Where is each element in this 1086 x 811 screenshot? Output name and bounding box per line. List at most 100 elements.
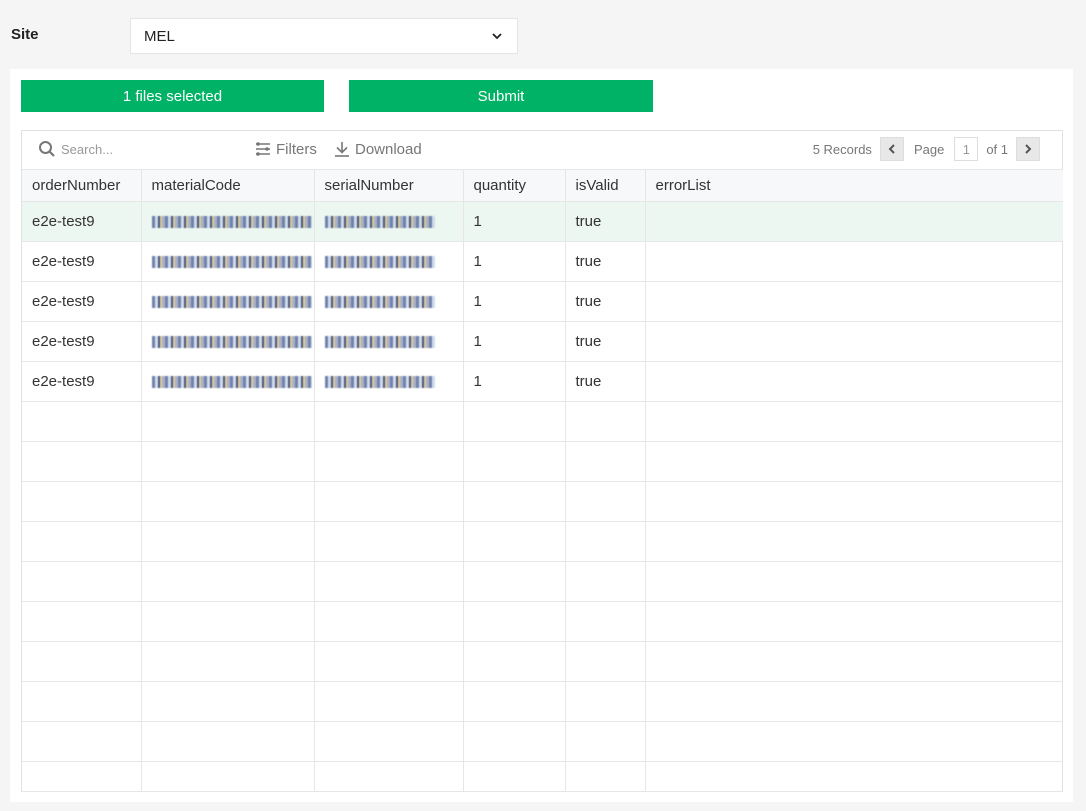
filters-label: Filters [276,140,317,158]
table-row[interactable]: e2e-test9 1 true [22,321,1063,362]
empty-cell [22,761,142,792]
download-icon [335,142,349,157]
empty-cell [22,721,142,762]
column-header-serialNumber[interactable]: serialNumber [314,170,464,202]
cell-errorList [645,281,1063,322]
records-count: 5 Records [812,141,872,157]
empty-cell [565,441,646,482]
empty-cell [463,681,566,722]
cell-isValid: true [565,201,646,242]
empty-cell [22,641,142,682]
empty-row [22,601,1063,642]
empty-cell [565,401,646,442]
chevron-right-icon [1025,144,1032,154]
chevron-left-icon [888,144,895,154]
empty-cell [314,601,464,642]
empty-cell [314,441,464,482]
empty-cell [645,521,1063,562]
empty-cell [645,401,1063,442]
cell-quantity: 1 [463,201,566,242]
empty-row [22,681,1063,722]
table-row[interactable]: e2e-test9 1 true [22,201,1063,242]
cell-materialCode [141,201,315,242]
empty-row [22,761,1063,792]
cell-serialNumber [314,201,464,242]
column-header-isValid[interactable]: isValid [565,170,646,202]
cell-orderNumber: e2e-test9 [22,281,142,322]
column-header-materialCode[interactable]: materialCode [141,170,315,202]
redacted-value [324,375,435,388]
redacted-value [324,255,435,268]
download-button[interactable]: Download [333,140,422,158]
download-label: Download [355,140,422,158]
redacted-value [151,255,312,268]
table-row[interactable]: e2e-test9 1 true [22,361,1063,402]
empty-cell [565,721,646,762]
empty-cell [141,641,315,682]
empty-row [22,481,1063,522]
cell-serialNumber [314,321,464,362]
cell-quantity: 1 [463,321,566,362]
results-table: orderNumber materialCode serialNumber qu… [22,170,1063,792]
empty-cell [22,521,142,562]
empty-cell [141,761,315,792]
search-icon [39,141,55,157]
redacted-value [324,335,435,348]
cell-materialCode [141,281,315,322]
empty-cell [645,561,1063,602]
empty-cell [22,601,142,642]
submit-button[interactable]: Submit [349,80,653,112]
empty-cell [565,641,646,682]
cell-quantity: 1 [463,281,566,322]
empty-cell [314,761,464,792]
empty-cell [463,561,566,602]
table-row[interactable]: e2e-test9 1 true [22,241,1063,282]
cell-serialNumber [314,361,464,402]
search-input[interactable] [61,141,211,157]
empty-cell [463,481,566,522]
table-row[interactable]: e2e-test9 1 true [22,281,1063,322]
cell-errorList [645,241,1063,282]
search-box [38,140,211,158]
prev-page-button[interactable] [879,137,904,161]
cell-errorList [645,321,1063,362]
empty-cell [22,681,142,722]
files-selected-button[interactable]: 1 files selected [21,80,324,112]
redacted-value [324,295,435,308]
cell-isValid: true [565,281,646,322]
column-header-quantity[interactable]: quantity [463,170,566,202]
cell-materialCode [141,241,315,282]
empty-cell [141,561,315,602]
redacted-value [324,215,435,228]
empty-cell [141,401,315,442]
empty-cell [314,641,464,682]
empty-cell [314,561,464,602]
empty-cell [141,721,315,762]
column-header-orderNumber[interactable]: orderNumber [22,170,142,202]
cell-orderNumber: e2e-test9 [22,241,142,282]
empty-cell [645,601,1063,642]
cell-materialCode [141,361,315,402]
page-total: of 1 [986,141,1008,157]
empty-row [22,561,1063,602]
redacted-value [151,375,312,388]
empty-cell [645,481,1063,522]
empty-cell [22,401,142,442]
cell-orderNumber: e2e-test9 [22,361,142,402]
empty-cell [314,721,464,762]
next-page-button[interactable] [1016,137,1040,161]
empty-cell [565,561,646,602]
empty-cell [565,761,646,792]
cell-quantity: 1 [463,361,566,402]
cell-orderNumber: e2e-test9 [22,321,142,362]
filters-button[interactable]: Filters [254,140,317,158]
cell-quantity: 1 [463,241,566,282]
site-select[interactable]: MEL [130,18,518,54]
page-number-input[interactable] [954,137,979,161]
empty-cell [463,761,566,792]
empty-cell [314,521,464,562]
empty-cell [463,521,566,562]
column-header-errorList[interactable]: errorList [645,170,1063,202]
table-header-row: orderNumber materialCode serialNumber qu… [22,170,1063,202]
cell-errorList [645,361,1063,402]
